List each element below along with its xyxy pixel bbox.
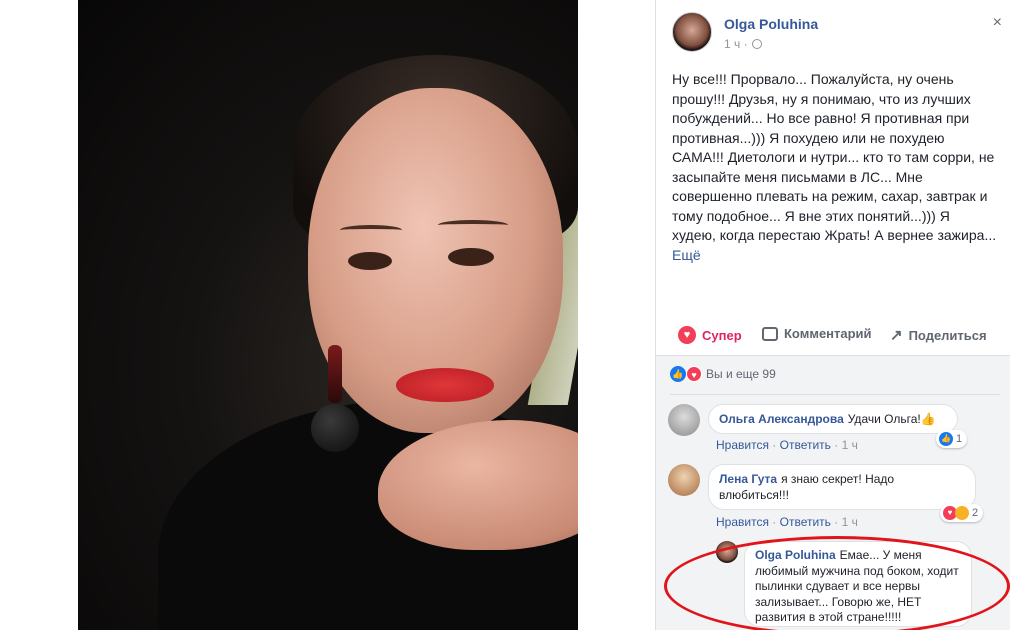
reactions-summary[interactable]: 👍 ♥ Вы и еще 99 [670, 366, 776, 382]
like-link[interactable]: Нравится [716, 438, 769, 452]
photo-earring-drop [328, 345, 342, 403]
post-meta: 1 ч · [724, 37, 762, 51]
like-icon: 👍 [670, 366, 686, 382]
share-button[interactable]: ↗ Поделиться [890, 326, 987, 344]
comment-item: Ольга Александрова Удачи Ольга!👍 👍 1 Нрав… [668, 404, 1003, 464]
comment-time[interactable]: 1 ч [842, 515, 858, 529]
author-name[interactable]: Olga Poluhina [724, 16, 818, 32]
highlight-ellipse [664, 536, 1010, 630]
post-photo[interactable] [78, 0, 578, 630]
reply-link[interactable]: Ответить [780, 515, 831, 529]
share-icon: ↗ [890, 327, 903, 344]
commenter-name[interactable]: Лена Гута [719, 472, 777, 486]
comment-links: Нравится · Ответить · 1 ч [716, 515, 858, 529]
comment-text: Удачи Ольга!👍 [847, 412, 936, 426]
action-bar: ♥ Супер Комментарий ↗ Поделиться [656, 318, 1010, 350]
photo-eye-left [348, 252, 392, 270]
comment-item: Лена Гута я знаю секрет! Надо влюбиться!!… [668, 464, 1003, 536]
share-label: Поделиться [908, 327, 987, 343]
comment-time[interactable]: 1 ч [842, 438, 858, 452]
wow-icon [955, 506, 969, 520]
comment-bubble: Ольга Александрова Удачи Ольга!👍 [708, 404, 958, 434]
author-avatar[interactable] [672, 12, 712, 52]
reaction-count: 1 [956, 433, 963, 445]
comment-bubble: Лена Гута я знаю секрет! Надо влюбиться!!… [708, 464, 976, 510]
photo-brow-left [340, 225, 402, 235]
photo-earring [311, 404, 359, 452]
post-body: Ну все!!! Прорвало... Пожалуйста, ну оче… [672, 71, 997, 243]
commenter-name[interactable]: Ольга Александрова [719, 412, 844, 426]
love-button[interactable]: ♥ Супер [678, 326, 742, 344]
love-icon: ♥ [686, 366, 702, 382]
photo-eye-right [448, 248, 494, 266]
post-text: Ну все!!! Прорвало... Пожалуйста, ну оче… [672, 70, 997, 265]
comment-reactions[interactable]: ♥ 2 [940, 504, 984, 522]
comment-icon [762, 326, 778, 341]
post-time[interactable]: 1 ч [724, 37, 740, 51]
divider [670, 394, 1000, 395]
comment-button[interactable]: Комментарий [762, 326, 872, 341]
photo-lips [396, 368, 494, 402]
love-label: Супер [702, 327, 742, 343]
comment-reactions[interactable]: 👍 1 [936, 430, 968, 448]
globe-icon [751, 39, 762, 49]
post-header: Olga Poluhina 1 ч · × [672, 12, 1002, 56]
commenter-avatar[interactable] [668, 404, 700, 436]
close-icon[interactable]: × [993, 14, 1002, 32]
like-link[interactable]: Нравится [716, 515, 769, 529]
reaction-count: 2 [972, 507, 979, 519]
reply-link[interactable]: Ответить [780, 438, 831, 452]
app-window: Olga Poluhina 1 ч · × Ну все!!! Прорвало… [0, 0, 1010, 630]
reactions-text: Вы и еще 99 [706, 367, 776, 381]
comment-links: Нравится · Ответить · 1 ч [716, 438, 858, 452]
see-more-link[interactable]: Ещё [672, 247, 701, 263]
commenter-avatar[interactable] [668, 464, 700, 496]
like-icon: 👍 [939, 432, 953, 446]
photo-viewer [0, 0, 655, 630]
heart-icon: ♥ [678, 326, 696, 344]
comment-label: Комментарий [784, 326, 872, 341]
photo-brow-right [438, 220, 508, 230]
